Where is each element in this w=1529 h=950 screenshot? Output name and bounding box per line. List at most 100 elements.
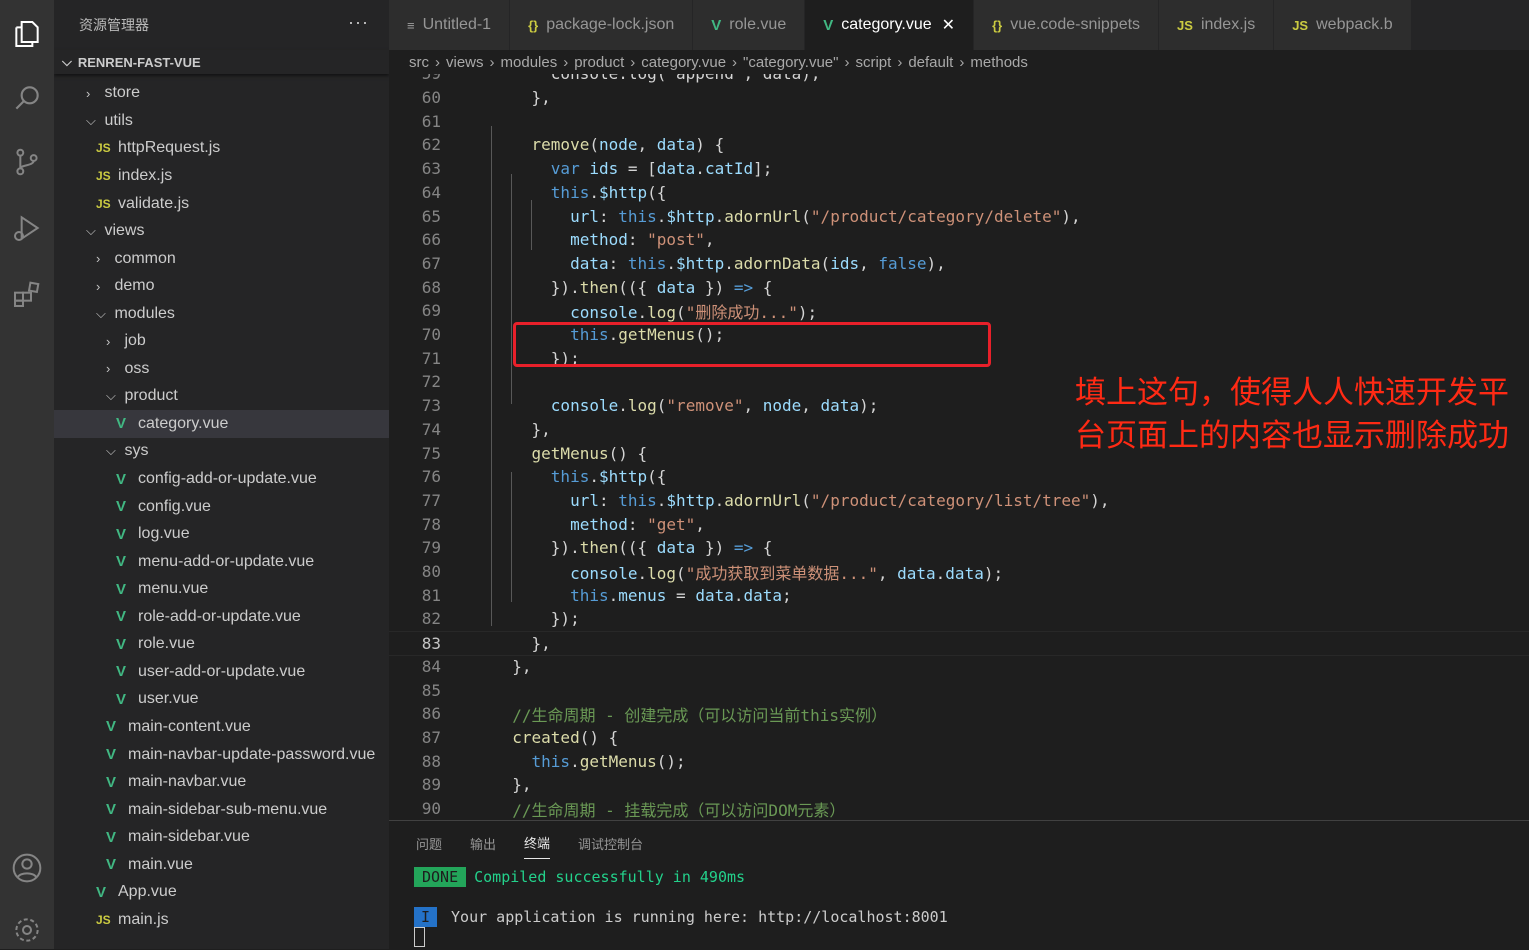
tab-webpack-b[interactable]: JS webpack.b [1274, 0, 1412, 50]
line-content: }, [493, 775, 532, 795]
line-content: remove(node, data) { [531, 135, 725, 155]
tree-item-label: menu-add-or-update.vue [138, 552, 315, 570]
explorer-icon[interactable] [7, 14, 47, 54]
tab-label: index.js [1200, 16, 1256, 33]
line-number: 82 [421, 609, 441, 629]
settings-gear-icon[interactable] [7, 910, 47, 950]
chevron-right-icon: › [959, 53, 965, 71]
tree-item-label: httpRequest.js [118, 139, 221, 157]
terminal-cursor[interactable] [414, 927, 425, 947]
line-number: 67 [421, 253, 441, 273]
tree-file[interactable]: Vmain-sidebar.vue [54, 823, 389, 851]
project-header[interactable]: ⌵ RENREN-FAST-VUE [54, 50, 389, 74]
line-number: 81 [421, 585, 441, 605]
tree-folder[interactable]: ⌵ views [54, 217, 389, 245]
chevron-right-icon: › [96, 251, 101, 267]
panel-tab[interactable]: 输出 [470, 828, 496, 859]
vue-file-icon: V [116, 553, 127, 571]
json-file-icon: {} [528, 17, 539, 33]
tab-index-js[interactable]: JS index.js [1159, 0, 1275, 50]
tree-folder[interactable]: ⌵ utils [54, 107, 389, 135]
tree-file[interactable]: V App.vue [54, 879, 389, 907]
tree-file[interactable]: Vmain-navbar.vue [54, 768, 389, 796]
tab-untitled-1[interactable]: ≡ Untitled-1 [389, 0, 511, 50]
tree-file[interactable]: Vmain.vue [54, 851, 389, 879]
chevron-right-icon: › [106, 333, 111, 349]
run-debug-icon[interactable] [7, 208, 47, 248]
search-icon[interactable] [7, 78, 47, 118]
breadcrumb-item[interactable]: modules [501, 54, 558, 71]
extensions-icon[interactable] [7, 274, 47, 314]
tree-folder[interactable]: › demo [54, 272, 389, 300]
tree-file[interactable]: Vconfig.vue [54, 493, 389, 521]
tree-folder[interactable]: ⌵ sys [54, 438, 389, 466]
account-icon[interactable] [7, 848, 47, 888]
tab-category-vue[interactable]: Vcategory.vue ✕ [805, 0, 975, 50]
breadcrumb-item[interactable]: category.vue [641, 54, 726, 71]
chevron-right-icon: › [897, 53, 903, 71]
line-number: 83 [421, 634, 441, 654]
tree-item-label: oss [124, 359, 150, 377]
close-icon[interactable]: ✕ [942, 15, 955, 35]
tab-vue-code-snippets[interactable]: {} vue.code-snippets [974, 0, 1160, 50]
tree-item-label: user.vue [138, 690, 199, 708]
code-line: 81 this.menus = data.data; [389, 583, 1529, 607]
tree-file[interactable]: Vrole-add-or-update.vue [54, 603, 389, 631]
tree-file[interactable]: JS index.js [54, 162, 389, 190]
tree-file[interactable]: Vuser-add-or-update.vue [54, 658, 389, 686]
panel-tab[interactable]: 问题 [416, 828, 442, 859]
code-line: 85 [389, 678, 1529, 702]
tree-file[interactable]: Vconfig-add-or-update.vue [54, 465, 389, 493]
breadcrumb-item[interactable]: default [908, 54, 953, 71]
line-number: 64 [421, 182, 441, 202]
vue-file-icon: V [116, 663, 127, 681]
tree-file[interactable]: Vmenu.vue [54, 575, 389, 603]
tree-file[interactable]: Vmain-sidebar-sub-menu.vue [54, 796, 389, 824]
tree-folder[interactable]: ⌵ modules [54, 300, 389, 328]
done-message: Compiled successfully in 490ms [474, 868, 746, 886]
breadcrumb-item[interactable]: product [574, 54, 624, 71]
tree-file[interactable]: Vmain-navbar-update-password.vue [54, 741, 389, 769]
line-number: 62 [421, 135, 441, 155]
tree-folder[interactable]: › common [54, 245, 389, 273]
tree-file[interactable]: Vuser.vue [54, 686, 389, 714]
chevron-down-icon: ⌵ [86, 223, 96, 239]
breadcrumb-item[interactable]: src [409, 54, 429, 71]
tree-file[interactable]: JS main.js [54, 906, 389, 934]
tree-file[interactable]: Vmain-content.vue [54, 713, 389, 741]
tree-folder[interactable]: › store [54, 80, 389, 108]
breadcrumb-item[interactable]: "category.vue" [743, 54, 838, 71]
chevron-down-icon: ⌵ [86, 112, 96, 128]
breadcrumb-item[interactable]: script [855, 54, 891, 71]
tree-file[interactable]: Vlog.vue [54, 520, 389, 548]
line-content: console.log("append", data); [493, 74, 821, 83]
tree-folder[interactable]: › oss [54, 355, 389, 383]
source-control-icon[interactable] [7, 142, 47, 182]
breadcrumb-item[interactable]: views [446, 54, 484, 71]
line-number: 65 [421, 206, 441, 226]
indent-guide [531, 200, 532, 250]
tree-file[interactable]: Vrole.vue [54, 631, 389, 659]
more-actions-button[interactable]: ··· [348, 12, 369, 33]
panel-tab[interactable]: 调试控制台 [578, 828, 643, 859]
breadcrumb-item[interactable]: methods [970, 54, 1028, 71]
tree-file[interactable]: JS httpRequest.js [54, 135, 389, 163]
line-content: }).then(({ data }) => { [493, 277, 773, 297]
line-number: 59 [389, 74, 493, 83]
line-number: 84 [421, 656, 441, 676]
tab-role-vue[interactable]: Vrole.vue [693, 0, 806, 50]
line-number: 75 [421, 443, 441, 463]
line-content: console.log("remove", node, data); [550, 396, 879, 416]
tree-file[interactable]: Vcategory.vue [54, 410, 389, 438]
tab-package-lock-json[interactable]: {} package-lock.json [510, 0, 694, 50]
panel-tabs: 问题 输出 终端 调试控制台 [389, 821, 1529, 865]
tree-file[interactable]: JS validate.js [54, 190, 389, 218]
tree-folder[interactable]: ⌵ product [54, 383, 389, 411]
panel-tab[interactable]: 终端 [524, 827, 551, 859]
tree-folder[interactable]: › job [54, 328, 389, 356]
tab-label: category.vue [841, 16, 932, 33]
line-number: 73 [421, 396, 441, 416]
terminal-line-info: I Your application is running here: http:… [414, 907, 948, 927]
tree-file[interactable]: Vmenu-add-or-update.vue [54, 548, 389, 576]
line-number: 60 [421, 88, 441, 108]
